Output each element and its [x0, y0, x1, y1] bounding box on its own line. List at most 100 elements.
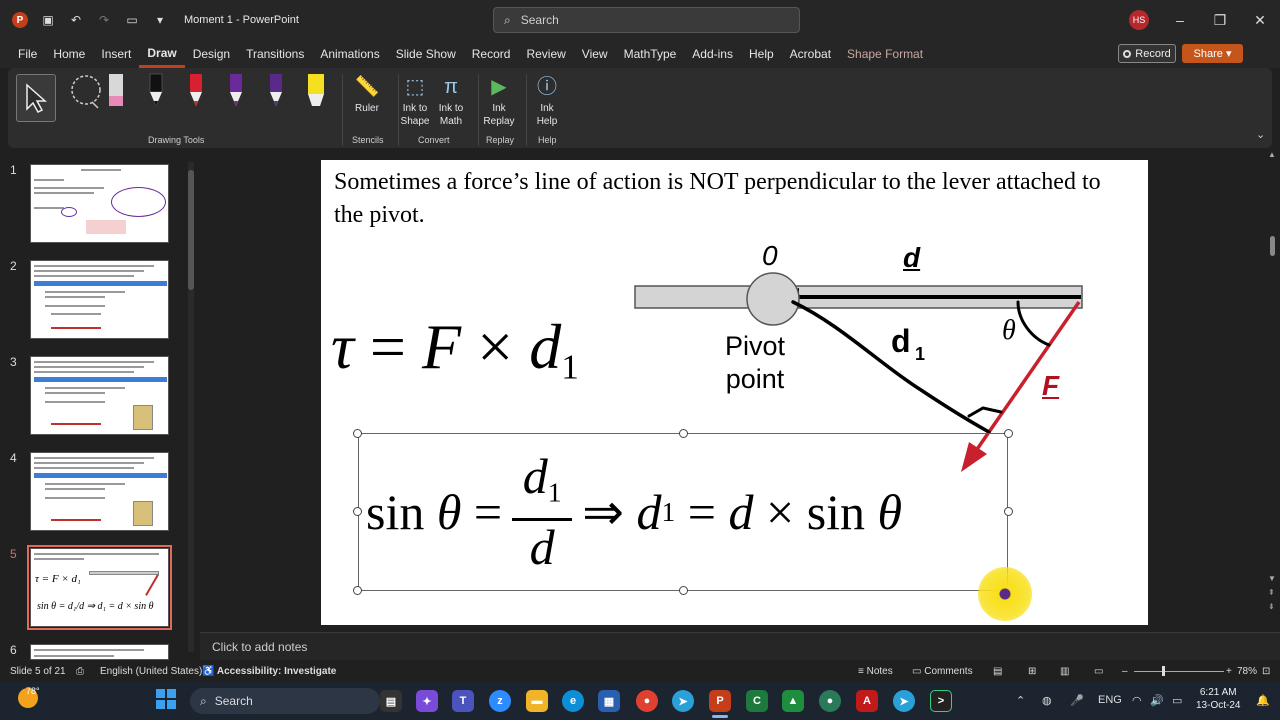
share-button[interactable]: Share ▾: [1182, 44, 1243, 63]
tab-slide-show[interactable]: Slide Show: [388, 40, 464, 68]
telegram-task-icon[interactable]: ➤: [672, 690, 694, 712]
input-language[interactable]: ENG: [1098, 694, 1122, 706]
language-status[interactable]: English (United States): [100, 666, 202, 677]
pen-violet-icon[interactable]: [270, 74, 282, 106]
resize-handle[interactable]: [353, 507, 362, 516]
battery-icon[interactable]: ▭: [1172, 694, 1182, 707]
torque-equation[interactable]: τ = F × d1: [331, 310, 579, 388]
undo-icon[interactable]: ↶: [68, 12, 84, 28]
record-button[interactable]: Record: [1118, 44, 1176, 63]
tab-shape-format[interactable]: Shape Format: [839, 40, 931, 68]
pen-black-icon[interactable]: [149, 73, 163, 106]
file-explorer-task-icon[interactable]: ▤: [380, 690, 402, 712]
zoom-slider-thumb[interactable]: [1162, 666, 1165, 676]
wifi-icon[interactable]: ◠: [1132, 694, 1142, 707]
save-icon[interactable]: ▣: [40, 12, 56, 28]
spelling-icon[interactable]: ⎙: [76, 666, 84, 677]
tab-design[interactable]: Design: [185, 40, 238, 68]
tab-mathtype[interactable]: MathType: [616, 40, 685, 68]
ink-help-button[interactable]: ⓘ Ink Help: [527, 72, 567, 128]
notifications-icon[interactable]: 🔔: [1256, 694, 1270, 707]
teams-task-icon[interactable]: T: [452, 690, 474, 712]
slide-thumbnail-1[interactable]: [30, 164, 169, 243]
collapse-ribbon-icon[interactable]: ⌄: [1256, 128, 1265, 141]
ink-to-shape-button[interactable]: ⬚ Ink to Shape: [395, 72, 435, 128]
slide-thumbnail-4[interactable]: [30, 452, 169, 531]
reading-view-icon[interactable]: ▥: [1060, 666, 1069, 677]
tab-file[interactable]: File: [10, 40, 45, 68]
resize-handle[interactable]: [1004, 429, 1013, 438]
zoom-slider[interactable]: [1134, 671, 1224, 672]
search-input[interactable]: ⌕ Search: [493, 7, 800, 33]
highlighter-pink-icon[interactable]: [109, 74, 123, 106]
edge-task-icon[interactable]: e: [562, 690, 584, 712]
taskbar-search[interactable]: ⌕ Search: [190, 688, 380, 714]
slide-thumbnail-5[interactable]: τ = F × d₁ sin θ = d₁/d ⇒ d₁ = d × sin θ: [27, 545, 172, 630]
camtasia-task-icon[interactable]: C: [746, 690, 768, 712]
terminal-task-icon[interactable]: >: [930, 690, 952, 712]
tab-view[interactable]: View: [574, 40, 616, 68]
slideshow-view-icon[interactable]: ▭: [1094, 666, 1103, 677]
pen-purple-icon[interactable]: [230, 74, 242, 106]
present-icon[interactable]: ▭: [124, 12, 140, 28]
resize-handle[interactable]: [353, 429, 362, 438]
zoom-in-icon[interactable]: +: [1226, 666, 1232, 677]
resize-handle[interactable]: [679, 586, 688, 595]
notes-pane[interactable]: Click to add notes: [200, 632, 1280, 660]
restore-icon[interactable]: ❐: [1210, 10, 1230, 30]
zoom-task-icon[interactable]: z: [489, 690, 511, 712]
resize-handle[interactable]: [353, 586, 362, 595]
slide-thumbnail-2[interactable]: [30, 260, 169, 339]
tab-acrobat[interactable]: Acrobat: [782, 40, 839, 68]
redo-icon[interactable]: ↷: [96, 12, 112, 28]
ink-to-math-button[interactable]: π Ink to Math: [431, 72, 471, 128]
highlighter-yellow-icon[interactable]: [308, 74, 324, 106]
lasso-select-icon[interactable]: [71, 75, 101, 109]
weather-temperature[interactable]: 78°: [26, 686, 40, 696]
folder-task-icon[interactable]: ▬: [526, 690, 548, 712]
slide-thumbnail-3[interactable]: [30, 356, 169, 435]
copilot-task-icon[interactable]: ✦: [416, 690, 438, 712]
ink-replay-button[interactable]: ▶ Ink Replay: [479, 72, 519, 128]
customize-quick-access-icon[interactable]: ▾: [152, 12, 168, 28]
slide-scrollbar[interactable]: ▲ ▼ ⇞ ⇟: [1268, 150, 1278, 620]
tray-overflow-icon[interactable]: ⌃: [1016, 694, 1025, 707]
microphone-icon[interactable]: 🎤: [1070, 694, 1084, 707]
slide-thumbnail-6[interactable]: [30, 644, 169, 660]
tray-app-icon[interactable]: ◍: [1042, 694, 1052, 707]
thumbnail-scrollbar[interactable]: [188, 162, 194, 652]
fit-to-window-icon[interactable]: ⊡: [1262, 666, 1270, 677]
tab-record[interactable]: Record: [464, 40, 519, 68]
resize-handle[interactable]: [679, 429, 688, 438]
slide-counter[interactable]: Slide 5 of 21: [10, 666, 66, 677]
acrobat-task-icon[interactable]: A: [856, 690, 878, 712]
windows-start-icon[interactable]: [156, 689, 176, 709]
pen-red-icon[interactable]: [190, 74, 202, 106]
tab-review[interactable]: Review: [518, 40, 573, 68]
accessibility-status[interactable]: ♿ Accessibility: Investigate: [202, 666, 336, 677]
chrome-profile-task-icon[interactable]: ●: [819, 690, 841, 712]
avatar[interactable]: HS: [1129, 10, 1149, 30]
ruler-button[interactable]: 📏 Ruler: [347, 72, 387, 115]
resize-handle[interactable]: [1004, 507, 1013, 516]
volume-icon[interactable]: 🔊: [1150, 694, 1164, 707]
clock[interactable]: 6:21 AM 13-Oct-24: [1196, 686, 1240, 712]
store-task-icon[interactable]: ▦: [598, 690, 620, 712]
slide[interactable]: d 1 Sometimes a force’s line of action i…: [321, 160, 1148, 625]
slide-sorter-icon[interactable]: ⊞: [1028, 666, 1036, 677]
minimize-icon[interactable]: –: [1170, 10, 1190, 30]
google-drive-task-icon[interactable]: ▲: [782, 690, 804, 712]
tab-transitions[interactable]: Transitions: [238, 40, 312, 68]
normal-view-icon[interactable]: ▤: [993, 666, 1002, 677]
tab-draw[interactable]: Draw: [139, 40, 185, 68]
tab-insert[interactable]: Insert: [93, 40, 139, 68]
tab-add-ins[interactable]: Add-ins: [684, 40, 741, 68]
close-icon[interactable]: ✕: [1250, 10, 1270, 30]
sine-equation[interactable]: sin θ = d1 d ⇒ d1 = d × sin θ: [366, 450, 902, 573]
zoom-level[interactable]: 78%: [1237, 666, 1257, 677]
notes-button[interactable]: ≡ Notes: [858, 666, 893, 677]
tab-help[interactable]: Help: [741, 40, 782, 68]
chrome-task-icon[interactable]: ●: [636, 690, 658, 712]
select-tool-button[interactable]: [16, 74, 56, 122]
slide-body-text[interactable]: Sometimes a force’s line of action is NO…: [334, 166, 1134, 232]
